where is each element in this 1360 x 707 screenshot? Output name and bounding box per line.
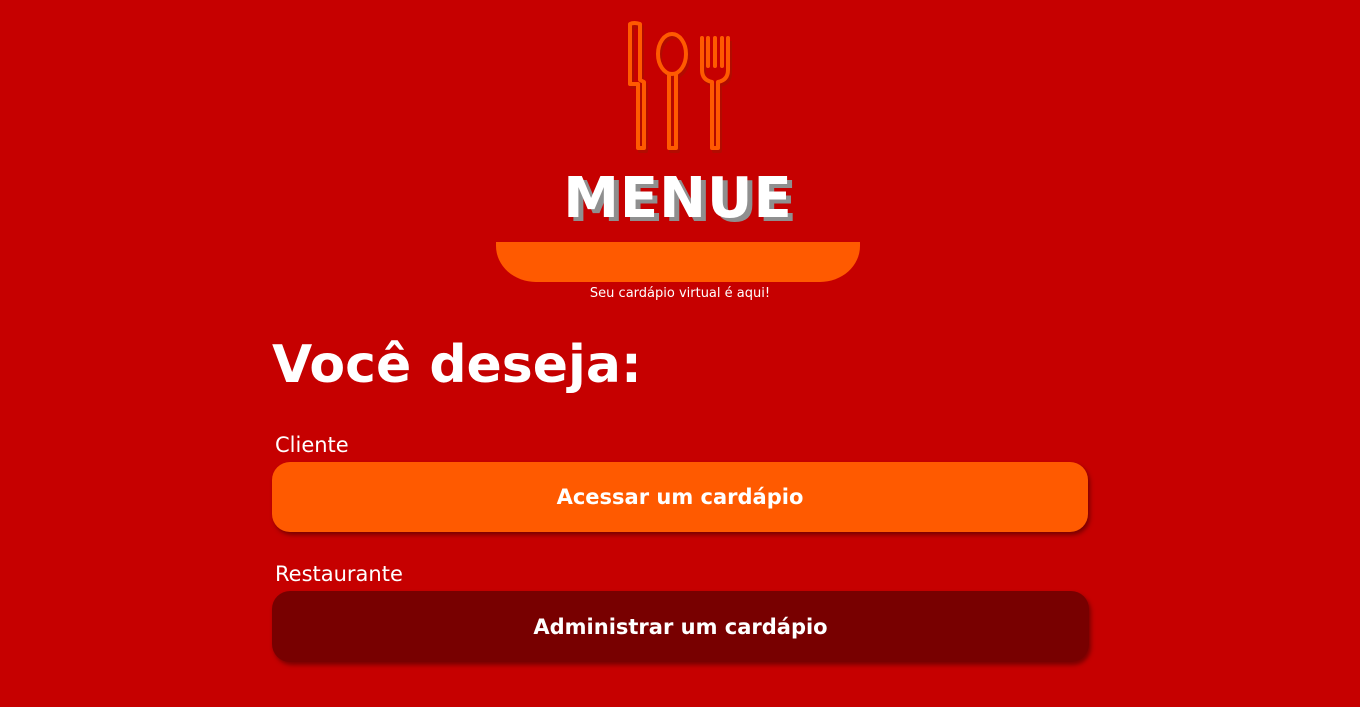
brand-tagline: Seu cardápio virtual é aqui! xyxy=(589,286,771,301)
manage-menu-button[interactable]: Administrar um cardápio xyxy=(272,591,1089,662)
cutlery-icon xyxy=(628,21,732,153)
menue-logo: MENUE xyxy=(496,18,860,288)
restaurant-label: Restaurante xyxy=(275,562,403,586)
brand-name: MENUE xyxy=(563,166,793,231)
client-label: Cliente xyxy=(275,433,349,457)
page-question: Você deseja: xyxy=(272,335,642,395)
logo-plate xyxy=(496,242,860,282)
access-menu-button[interactable]: Acessar um cardápio xyxy=(272,462,1088,532)
landing-page: MENUE Seu cardápio virtual é aqui! Você … xyxy=(0,0,1360,707)
